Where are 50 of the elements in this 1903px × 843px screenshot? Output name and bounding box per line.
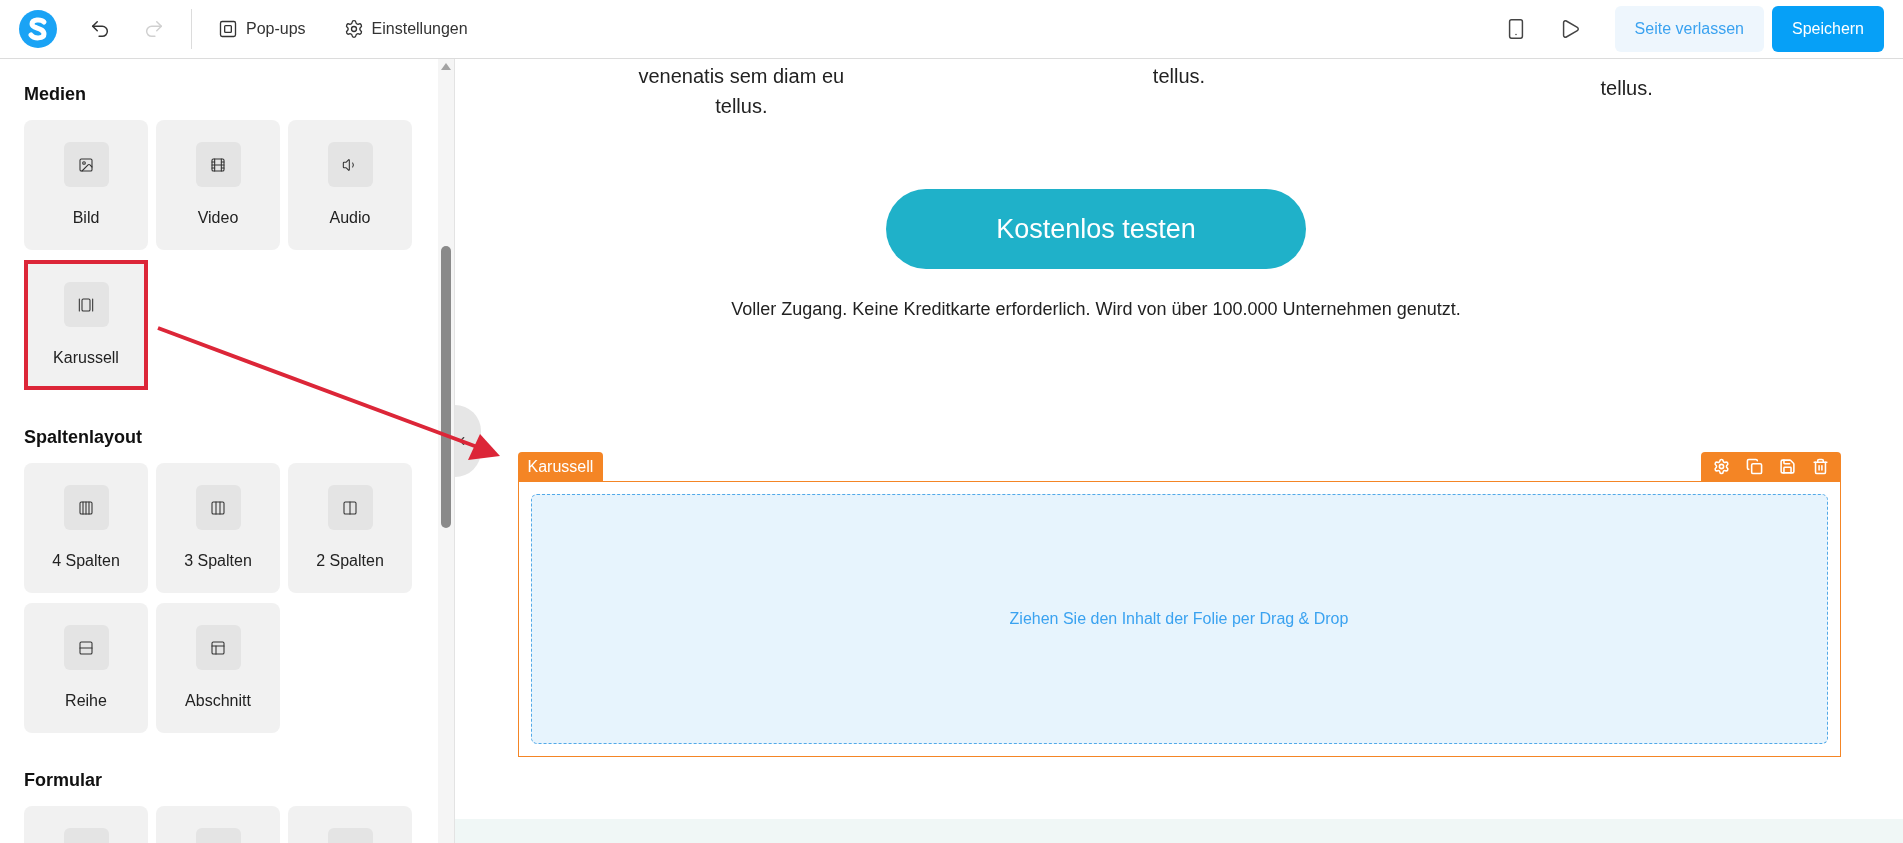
body-text: venenatis sem diam eu: [638, 64, 845, 89]
popups-menu-button[interactable]: Pop-ups: [212, 17, 312, 41]
widget-tile[interactable]: 4 Spalten: [24, 463, 148, 593]
trash-icon[interactable]: [1811, 458, 1829, 475]
gear-icon: [343, 19, 364, 39]
tile-label: Audio: [329, 208, 371, 228]
note-text: Voller Zugang. Keine Kreditkarte erforderlich. Wird von über 100.000 Unternehmen genutzt.: [731, 298, 1461, 321]
tile-label: 2 Spalten: [316, 551, 384, 571]
widget-tile[interactable]: Reihe: [24, 603, 148, 733]
widget-tile[interactable]: Karussell: [24, 260, 148, 390]
row-icon: [78, 639, 94, 656]
tile-label: 4 Spalten: [52, 551, 120, 571]
scrollbar[interactable]: [438, 59, 454, 843]
section-heading: Spaltenlayout: [24, 426, 144, 449]
tile-label: Video: [197, 208, 239, 228]
four-columns-icon: [78, 499, 94, 516]
widget-tile[interactable]: 3 Spalten: [156, 463, 280, 593]
widget-tile[interactable]: Abschnitt: [156, 603, 280, 733]
widget-tile[interactable]: Bild: [24, 120, 148, 250]
section-icon: [210, 639, 226, 656]
tile-label: Abschnitt: [185, 691, 251, 711]
image-icon: [78, 156, 94, 173]
settings-menu-button[interactable]: Einstellungen: [337, 17, 474, 41]
square-icon: [218, 19, 238, 39]
copy-icon[interactable]: [1745, 458, 1763, 475]
redo-icon: [143, 18, 165, 40]
carousel-label: Karussell: [517, 452, 604, 481]
widget-tile[interactable]: Audio: [288, 120, 412, 250]
two-columns-icon: [342, 499, 358, 516]
body-text: tellus.: [1152, 64, 1206, 89]
body-text: tellus.: [1600, 76, 1653, 101]
drop-hint: Ziehen Sie den Inhalt der Folie per Drag & Drop: [1009, 609, 1349, 629]
widget-tile[interactable]: Video: [156, 120, 280, 250]
scrollbar-thumb[interactable]: [441, 246, 451, 528]
logo-icon[interactable]: [19, 10, 57, 48]
section-heading: Medien: [24, 83, 87, 106]
tile-label: 3 Spalten: [184, 551, 252, 571]
body-text: tellus.: [715, 94, 768, 119]
settings-icon[interactable]: [1712, 458, 1730, 475]
three-columns-icon: [210, 499, 226, 516]
carousel-icon: [78, 296, 94, 313]
widget-tile[interactable]: 2 Spalten: [288, 463, 412, 593]
undo-icon: [89, 18, 111, 40]
tile-label: Reihe: [65, 691, 107, 711]
section-heading: Formular: [24, 769, 103, 792]
tile-label: Karussell: [53, 348, 119, 368]
tile-label: Bild: [72, 208, 100, 228]
scroll-up-icon[interactable]: [441, 63, 451, 70]
film-icon: [210, 156, 226, 173]
save-icon[interactable]: [1778, 458, 1796, 475]
